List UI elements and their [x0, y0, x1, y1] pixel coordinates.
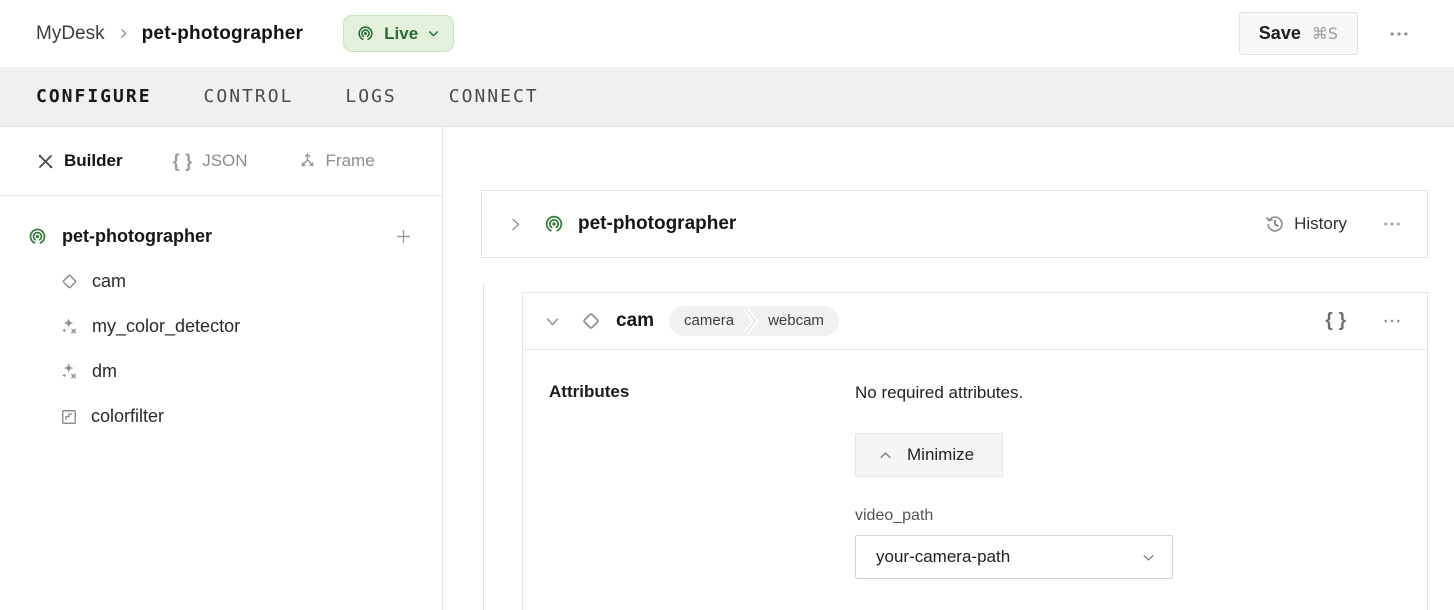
- tree-item-machine-label: pet-photographer: [62, 226, 391, 247]
- main-nav-tabs: CONFIGURE CONTROL LOGS CONNECT: [0, 67, 1454, 127]
- save-button-label: Save: [1259, 23, 1301, 44]
- model-type-pill: camera webcam: [669, 306, 839, 336]
- video-path-field-label: video_path: [855, 507, 1427, 525]
- cam-json-toggle-button[interactable]: { }: [1325, 310, 1347, 332]
- tree-item-colorfilter[interactable]: colorfilter: [0, 394, 442, 439]
- ellipsis-icon: [1382, 311, 1402, 331]
- machine-broadcast-icon: [543, 213, 565, 235]
- frame-axes-icon: [298, 152, 317, 171]
- module-icon: [59, 407, 79, 427]
- service-sparkle-icon: [59, 361, 80, 382]
- top-bar: MyDesk pet-photographer Live Save ⌘S: [0, 0, 1454, 67]
- view-mode-toggle: Builder { } JSON Frame: [0, 127, 442, 196]
- part-options-menu-button[interactable]: [1379, 211, 1405, 237]
- chevron-up-icon: [878, 448, 893, 463]
- pill-separator-chevron-icon: [744, 306, 758, 336]
- chevron-down-icon: [1141, 550, 1156, 565]
- no-required-attributes-text: No required attributes.: [855, 382, 1427, 404]
- video-path-select[interactable]: your-camera-path: [855, 535, 1173, 579]
- breadcrumb-current: pet-photographer: [142, 23, 304, 45]
- history-button[interactable]: History: [1264, 213, 1347, 235]
- minimize-button-label: Minimize: [907, 445, 974, 465]
- tab-connect[interactable]: CONNECT: [449, 86, 539, 107]
- config-sidebar: Builder { } JSON Frame: [0, 127, 443, 610]
- tab-configure[interactable]: CONFIGURE: [36, 86, 152, 107]
- tree-item-colorfilter-label: colorfilter: [91, 406, 164, 427]
- machine-broadcast-icon: [27, 226, 48, 247]
- breadcrumb-root-link[interactable]: MyDesk: [36, 23, 105, 45]
- mode-builder-label: Builder: [64, 151, 123, 171]
- history-button-label: History: [1294, 214, 1347, 234]
- tab-control[interactable]: CONTROL: [204, 86, 294, 107]
- tree-item-my-color-detector-label: my_color_detector: [92, 316, 240, 337]
- part-card-title: pet-photographer: [578, 213, 1264, 235]
- add-resource-button[interactable]: [391, 224, 416, 249]
- breadcrumb-separator-icon: [117, 27, 130, 40]
- video-path-select-value: your-camera-path: [876, 547, 1141, 567]
- mode-json-label: JSON: [202, 151, 247, 171]
- tree-item-cam[interactable]: cam: [0, 259, 442, 304]
- ellipsis-icon: [1382, 214, 1402, 234]
- tree-item-machine[interactable]: pet-photographer: [0, 214, 442, 259]
- cam-component-card: cam camera webcam { }: [522, 292, 1428, 610]
- breadcrumb: MyDesk pet-photographer: [36, 23, 303, 45]
- collapse-cam-button[interactable]: [545, 314, 560, 329]
- tools-icon: [36, 152, 55, 171]
- model-api-tag: camera: [669, 306, 744, 336]
- cam-card-header: cam camera webcam { }: [523, 293, 1427, 350]
- chevron-right-icon: [508, 217, 523, 232]
- service-sparkle-icon: [59, 316, 80, 337]
- component-diamond-icon: [579, 309, 603, 333]
- live-status-dropdown[interactable]: Live: [343, 15, 454, 52]
- machine-resource-tree: pet-photographer cam my_color_detector: [0, 196, 442, 439]
- chevron-down-icon: [427, 27, 440, 40]
- save-shortcut-hint: ⌘S: [1312, 24, 1338, 43]
- history-clock-icon: [1264, 213, 1286, 235]
- tree-item-dm[interactable]: dm: [0, 349, 442, 394]
- tree-item-dm-label: dm: [92, 361, 117, 382]
- tab-logs[interactable]: LOGS: [345, 86, 396, 107]
- model-name-tag: webcam: [758, 306, 839, 336]
- broadcast-icon: [356, 24, 375, 43]
- plus-icon: [394, 227, 413, 246]
- chevron-down-icon: [545, 314, 560, 329]
- ellipsis-icon: [1388, 23, 1410, 45]
- attributes-section-label: Attributes: [549, 382, 855, 402]
- minimize-button[interactable]: Minimize: [855, 433, 1003, 477]
- config-main-panel: pet-photographer History: [443, 127, 1454, 610]
- machine-part-card: pet-photographer History: [481, 190, 1428, 258]
- cam-card-body: Attributes No required attributes. Minim…: [523, 350, 1427, 610]
- mode-json[interactable]: { } JSON: [173, 151, 248, 172]
- mode-frame[interactable]: Frame: [298, 151, 375, 171]
- component-diamond-icon: [59, 271, 80, 292]
- cam-card-title: cam: [616, 310, 654, 332]
- tree-item-my-color-detector[interactable]: my_color_detector: [0, 304, 442, 349]
- expand-part-button[interactable]: [508, 217, 523, 232]
- save-button[interactable]: Save ⌘S: [1239, 12, 1358, 55]
- part-children-group: cam camera webcam { }: [483, 283, 1428, 610]
- mode-builder[interactable]: Builder: [36, 151, 123, 171]
- mode-frame-label: Frame: [326, 151, 375, 171]
- braces-icon: { }: [173, 151, 194, 172]
- cam-options-menu-button[interactable]: [1379, 308, 1405, 334]
- live-status-label: Live: [384, 24, 418, 44]
- tree-item-cam-label: cam: [92, 271, 126, 292]
- machine-options-menu-button[interactable]: [1384, 19, 1414, 49]
